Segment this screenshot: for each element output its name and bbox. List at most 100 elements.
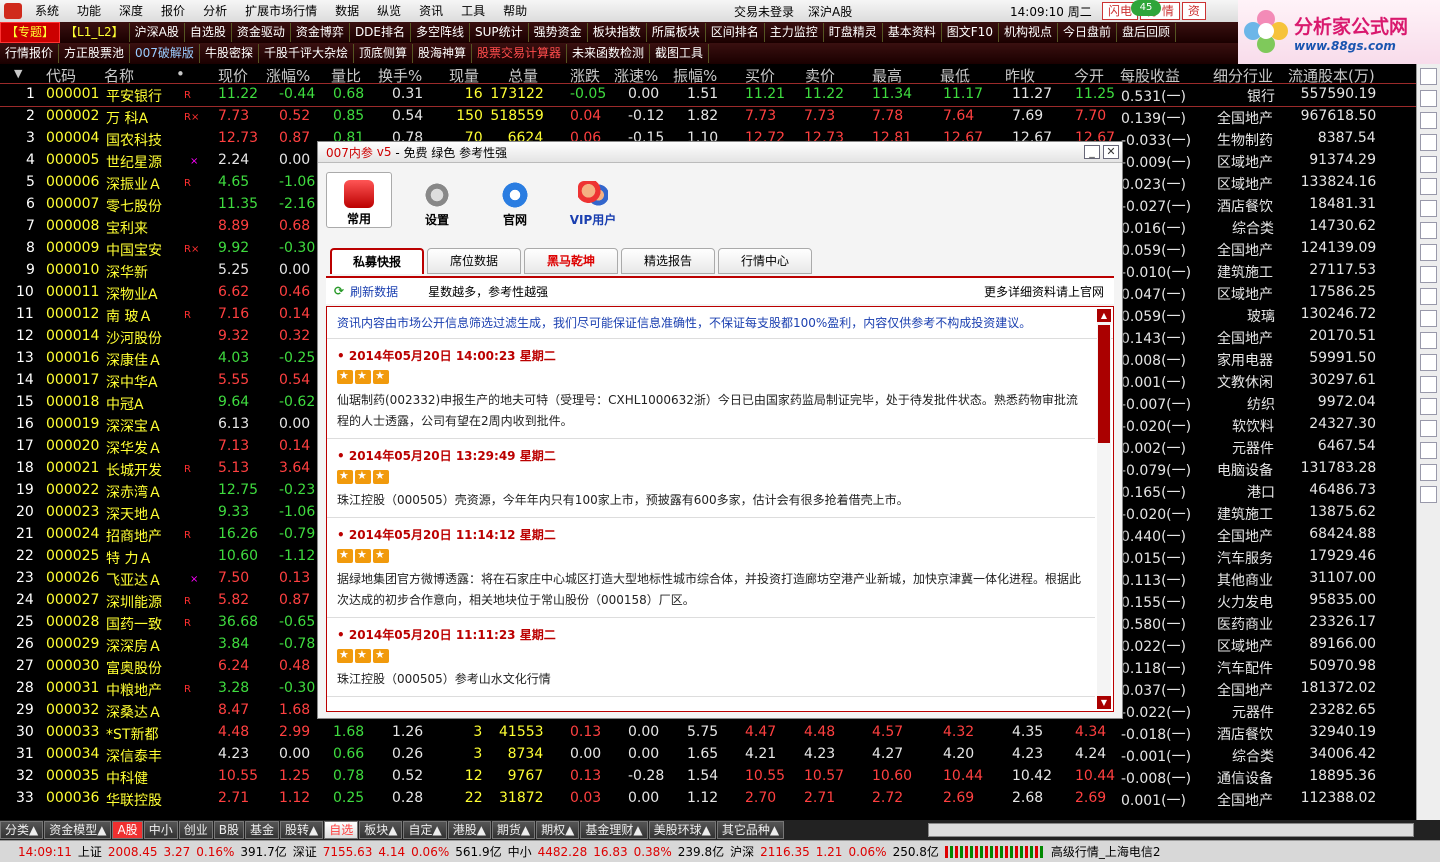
scroll-thumb[interactable] [1098,325,1110,443]
menu-item[interactable]: 工具 [452,0,494,22]
toolbar-item[interactable]: 基本资料 [883,23,942,42]
stock-code[interactable]: 000011 [46,284,99,300]
dialog-tab[interactable]: 行情中心 [718,248,812,274]
toolbar-item[interactable]: 顶底侧算 [354,44,413,63]
tool-dn-icon[interactable] [1420,90,1437,107]
market-tab[interactable]: 创业 [178,821,213,839]
toolbar-item[interactable]: 方正股票池 [59,44,131,63]
stock-code[interactable]: 000004 [46,130,99,146]
stock-name[interactable]: 深华新 [106,262,148,282]
toolbar-item[interactable]: 板块指数 [588,23,647,42]
toolbar-item[interactable]: 图文F10 [942,23,999,42]
toolbar-item[interactable]: 股海神算 [413,44,472,63]
website-button[interactable]: 官网 [482,172,548,228]
market-tab[interactable]: A股 [112,821,143,839]
column-header[interactable]: 昨收 [1005,65,1035,86]
column-header[interactable]: 买价 [745,65,775,86]
stock-code[interactable]: 000020 [46,438,99,454]
menu-item[interactable]: 扩展市场行情 [236,0,326,22]
refresh-button[interactable]: 刷新数据 [350,283,398,300]
stock-code[interactable]: 000010 [46,262,99,278]
more-info-link[interactable]: 更多详细资料请上官网 [984,283,1104,300]
toolbar-item[interactable]: 007破解版 [130,44,200,63]
vip-button[interactable]: VIP用户 [560,172,626,228]
column-header[interactable]: 名称 [104,65,134,86]
menu-item[interactable]: 深度 [110,0,152,22]
toolbar-item[interactable]: 资金驱动 [232,23,291,42]
stock-name[interactable]: 深天地Ａ [106,504,162,524]
market-tab[interactable]: 自定▲ [403,821,447,839]
stock-code[interactable]: 000009 [46,240,99,256]
stock-code[interactable]: 000001 [46,86,99,102]
news-item[interactable]: • 2014年05月20日 11:11:23 星期二珠江控股（000505）参考… [327,618,1095,697]
toolbar-item[interactable]: 千股千评大杂烩 [259,44,354,63]
toolbar-item[interactable]: 资金博弈 [291,23,350,42]
stock-name[interactable]: 招商地产 [106,526,162,546]
market-tab[interactable]: 板块▲ [359,821,403,839]
market-tab[interactable]: 其它品种▲ [716,821,785,839]
table-row[interactable]: 33 000036 华联控股 2.71 1.12 0.25 0.28 22 31872 0.03 0… [0,788,1416,810]
stock-code[interactable]: 000032 [46,702,99,718]
stock-name[interactable]: 深赤湾Ａ [106,482,162,502]
tool-f1-icon[interactable] [1420,266,1437,283]
column-header[interactable]: 现量 [449,65,479,86]
horizontal-scrollbar[interactable] [928,823,1414,837]
stock-name[interactable]: 零七股份 [106,196,162,216]
brand-url[interactable]: www.88gs.com [1294,39,1408,53]
stock-name[interactable]: 中科健 [106,768,148,788]
tool-f2-icon[interactable] [1420,288,1437,305]
toolbar-item[interactable]: 强势资金 [529,23,588,42]
stock-name[interactable]: 南 玻Ａ [106,306,152,326]
stock-code[interactable]: 000033 [46,724,99,740]
stock-name[interactable]: 华联控股 [106,790,162,810]
column-header[interactable]: 量比 [331,65,361,86]
menu-item[interactable]: 数据 [326,0,368,22]
tool-chart-icon[interactable] [1420,112,1437,129]
stock-code[interactable]: 000028 [46,614,99,630]
stock-code[interactable]: 000012 [46,306,99,322]
tool-pie-icon[interactable] [1420,178,1437,195]
dialog-tab[interactable]: 私募快报 [330,248,424,274]
login-status[interactable]: 交易未登录 [734,3,794,20]
column-header[interactable]: 每股收益 [1120,65,1180,86]
stock-name[interactable]: 中国宝安 [106,240,162,260]
tool-arrow-icon[interactable] [1420,354,1437,371]
menu-item[interactable]: 报价 [152,0,194,22]
toolbar-item[interactable]: 自选股 [185,23,232,42]
stock-name[interactable]: 特 力Ａ [106,548,152,568]
column-header[interactable]: 最低 [940,65,970,86]
stock-code[interactable]: 000002 [46,108,99,124]
stock-code[interactable]: 000025 [46,548,99,564]
tool-win-icon[interactable] [1420,420,1437,437]
menu-item[interactable]: 功能 [68,0,110,22]
stock-name[interactable]: 飞亚达Ａ [106,570,162,590]
table-row[interactable]: 32 000035 中科健 10.55 1.25 0.78 0.52 12 9767 0.13 -0… [0,766,1416,788]
toolbar-item[interactable]: 所属板块 [647,23,706,42]
table-row[interactable]: 2 000002 万 科A R× 7.73 0.52 0.85 0.54 150 518559 0.… [0,106,1416,128]
news-item[interactable]: • 2014年05月20日 14:00:23 星期二仙琚制药(002332)申报… [327,339,1095,439]
stock-code[interactable]: 000021 [46,460,99,476]
toolbar-item[interactable]: 沪深A股 [130,23,185,42]
scroll-down-icon[interactable]: ▼ [1097,696,1111,709]
toolbar-item[interactable]: SUP统计 [470,23,529,42]
column-header[interactable]: 细分行业 [1213,65,1273,86]
column-header[interactable]: 代码 [46,65,76,86]
menu-item[interactable]: 资讯 [410,0,452,22]
toolbar-item[interactable]: 区间排名 [706,23,765,42]
stock-name[interactable]: 深中华A [106,372,158,392]
menu-item[interactable]: 分析 [194,0,236,22]
market-label[interactable]: 深沪A股 [808,3,852,20]
market-tab[interactable]: 自选 [324,821,359,839]
toolbar-item[interactable]: 多空阵线 [411,23,471,42]
toolbar-item[interactable]: 行情报价 [0,44,60,63]
stock-code[interactable]: 000030 [46,658,99,674]
stock-code[interactable]: 000034 [46,746,99,762]
column-header[interactable]: 振幅% [673,65,717,86]
tool-f3-icon[interactable] [1420,310,1437,327]
stock-code[interactable]: 000022 [46,482,99,498]
menu-item[interactable]: 帮助 [494,0,536,22]
stock-code[interactable]: 000005 [46,152,99,168]
stock-code[interactable]: 000035 [46,768,99,784]
sz-index[interactable]: 7155.63 [323,845,373,859]
column-header[interactable]: 现价 [218,65,248,86]
